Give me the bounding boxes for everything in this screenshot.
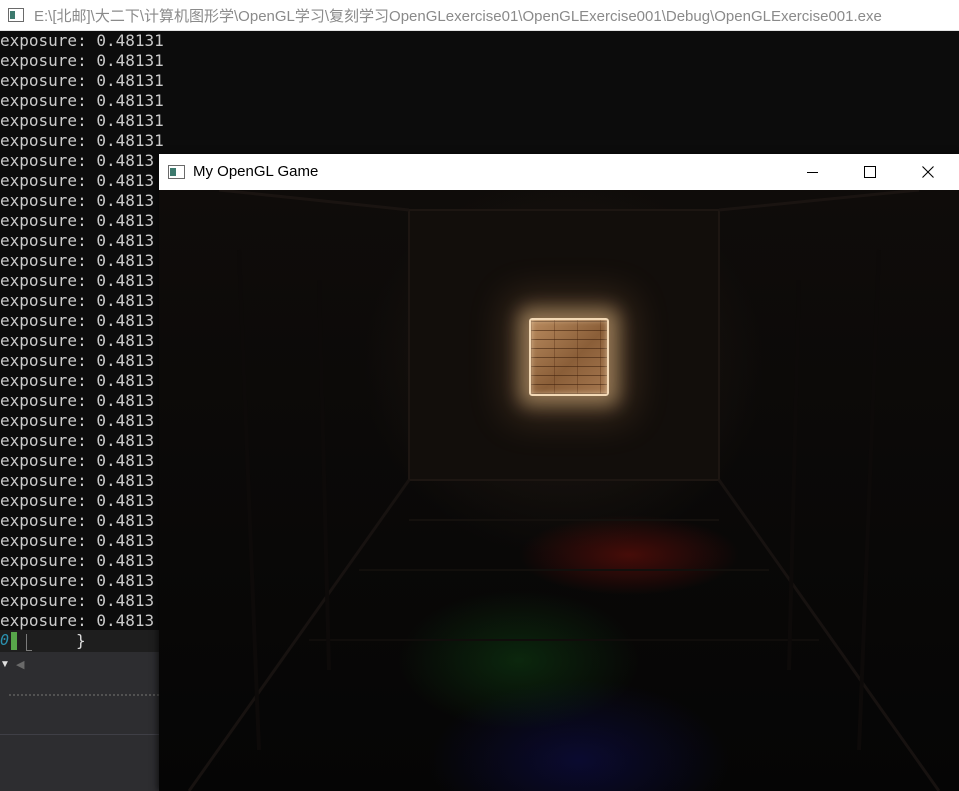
game-window-titlebar[interactable]: My OpenGL Game xyxy=(159,154,959,190)
scroll-left-arrow-icon[interactable]: ◀ xyxy=(16,658,24,671)
game-window[interactable]: My OpenGL Game xyxy=(159,154,959,791)
console-titlebar[interactable]: E:\[北邮]\大二下\计算机图形学\OpenGL学习\复刻学习OpenGLex… xyxy=(0,0,959,31)
editor-toolbar: ▼ ◀ xyxy=(0,652,159,684)
console-app-icon xyxy=(8,8,24,22)
console-line: exposure: 0.4813 xyxy=(0,231,155,250)
console-line: exposure: 0.4813 xyxy=(0,551,155,570)
glowing-wooden-cube xyxy=(529,318,609,396)
console-line: exposure: 0.48131 xyxy=(0,71,164,90)
close-button[interactable] xyxy=(899,154,957,190)
console-line: exposure: 0.4813 xyxy=(0,591,155,610)
console-line: exposure: 0.48131 xyxy=(0,131,164,150)
editor-fold-guide xyxy=(26,634,32,651)
editor-line-number: 0 xyxy=(0,631,10,649)
minimize-button[interactable] xyxy=(783,154,841,190)
console-window-title: E:\[北邮]\大二下\计算机图形学\OpenGL学习\复刻学习OpenGLex… xyxy=(34,8,882,25)
maximize-button[interactable] xyxy=(841,154,899,190)
editor-panel xyxy=(0,684,159,791)
console-line: exposure: 0.4813 xyxy=(0,571,155,590)
game-app-icon xyxy=(168,165,185,179)
console-line: exposure: 0.4813 xyxy=(0,191,155,210)
console-line: exposure: 0.48131 xyxy=(0,91,164,110)
console-line: exposure: 0.48131 xyxy=(0,31,164,50)
console-line: exposure: 0.4813 xyxy=(0,271,155,290)
console-line: exposure: 0.4813 xyxy=(0,311,155,330)
opengl-render-viewport[interactable] xyxy=(159,190,959,791)
console-line: exposure: 0.48131 xyxy=(0,111,164,130)
console-line: exposure: 0.4813 xyxy=(0,431,155,450)
console-line: exposure: 0.4813 xyxy=(0,211,155,230)
console-line: exposure: 0.4813 xyxy=(0,351,155,370)
console-line: exposure: 0.4813 xyxy=(0,151,155,170)
console-line: exposure: 0.48131 xyxy=(0,51,164,70)
console-line: exposure: 0.4813 xyxy=(0,331,155,350)
dropdown-arrow-icon[interactable]: ▼ xyxy=(0,659,10,670)
console-line: exposure: 0.4813 xyxy=(0,531,155,550)
console-line: exposure: 0.4813 xyxy=(0,451,155,470)
console-line: exposure: 0.4813 xyxy=(0,251,155,270)
console-output-lines: exposure: 0.48131 exposure: 0.48131 exposu… xyxy=(0,31,164,631)
console-line: exposure: 0.4813 xyxy=(0,391,155,410)
console-line: exposure: 0.4813 xyxy=(0,411,155,430)
editor-change-marker xyxy=(11,632,17,650)
code-editor-fragment: 0 } ▼ ◀ xyxy=(0,630,159,791)
maximize-icon xyxy=(864,166,876,178)
console-line: exposure: 0.4813 xyxy=(0,371,155,390)
console-line: exposure: 0.4813 xyxy=(0,291,155,310)
game-window-title: My OpenGL Game xyxy=(193,163,319,180)
room-walls xyxy=(187,190,941,791)
console-line: exposure: 0.4813 xyxy=(0,471,155,490)
panel-divider xyxy=(0,734,159,735)
console-line: exposure: 0.4813 xyxy=(0,611,155,630)
console-line: exposure: 0.4813 xyxy=(0,511,155,530)
minimize-icon xyxy=(807,172,818,173)
console-line: exposure: 0.4813 xyxy=(0,171,155,190)
close-icon xyxy=(922,166,934,178)
editor-code-line[interactable]: 0 } xyxy=(0,630,159,652)
console-line: exposure: 0.4813 xyxy=(0,491,155,510)
editor-code-text: } xyxy=(76,631,86,650)
panel-resize-grip[interactable] xyxy=(8,693,159,698)
